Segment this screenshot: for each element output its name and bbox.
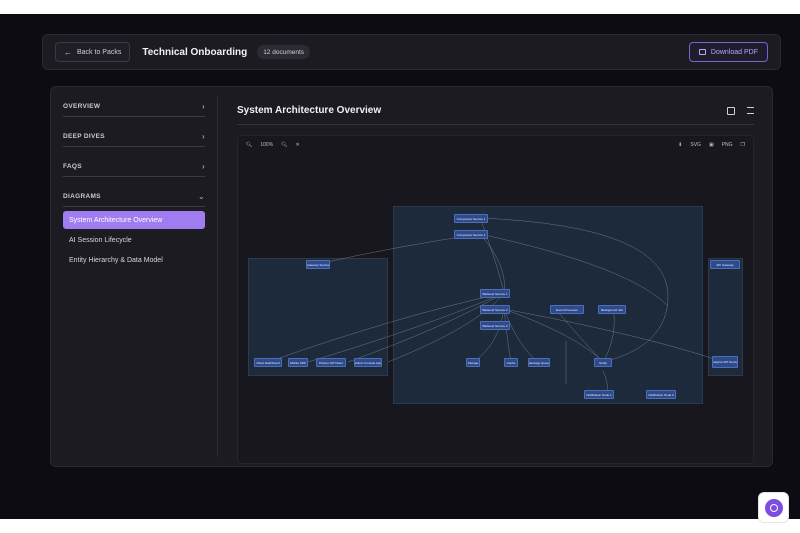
sidebar: OVERVIEW › DEEP DIVES › FAQS › DIAGRAMS …: [63, 97, 205, 271]
diagram-node[interactable]: Message Queue: [528, 358, 550, 367]
pdf-icon: [698, 49, 706, 55]
diagram-node[interactable]: Storage: [466, 358, 480, 367]
diagram-viewer[interactable]: 🔍︎ 100% 🔍︎ ✕ ⬇ SVG ▣ PNG ❐ Component Ser…: [237, 135, 754, 464]
section-diagrams[interactable]: DIAGRAMS ⌄: [63, 187, 205, 207]
assistant-button[interactable]: [758, 492, 789, 523]
document-count-badge: 12 documents: [257, 45, 311, 59]
main-panel: OVERVIEW › DEEP DIVES › FAQS › DIAGRAMS …: [50, 86, 773, 467]
export-icon[interactable]: [727, 106, 735, 115]
section-faqs[interactable]: FAQS ›: [63, 157, 205, 177]
diagram-node[interactable]: Analytics API Service: [712, 356, 738, 368]
section-label: DEEP DIVES: [63, 133, 105, 140]
diagram-node[interactable]: Backend Service 3: [480, 321, 510, 330]
section-label: OVERVIEW: [63, 103, 101, 110]
back-to-packs-button[interactable]: ← Back to Packs: [55, 42, 131, 62]
fullscreen-icon[interactable]: [747, 107, 754, 114]
section-label: DIAGRAMS: [63, 193, 101, 200]
diagram-node[interactable]: Backend Service 1: [480, 289, 510, 298]
zoom-level: 100%: [260, 142, 274, 148]
diagram-node[interactable]: Event Processor: [550, 305, 584, 314]
back-label: Back to Packs: [77, 48, 122, 56]
diagram-node[interactable]: API Gateway: [710, 260, 740, 269]
diagram-node[interactable]: Component Service 2: [454, 230, 488, 239]
diagram-title: System Architecture Overview: [237, 105, 382, 116]
download-label: Download PDF: [710, 48, 758, 56]
arrow-left-icon: ←: [64, 47, 72, 57]
diagram-node[interactable]: Mobile SDK: [288, 358, 308, 367]
chevron-right-icon: ›: [202, 132, 205, 141]
chevron-down-icon: ⌄: [197, 192, 205, 201]
content-area: System Architecture Overview 🔍︎ 100% 🔍︎ …: [237, 97, 754, 464]
zoom-in-icon[interactable]: 🔍︎: [281, 142, 287, 148]
sidebar-item-system-architecture[interactable]: System Architecture Overview: [63, 211, 205, 229]
chevron-right-icon: ›: [202, 102, 205, 111]
page-title: Technical Onboarding: [142, 46, 248, 58]
top-bar: ← Back to Packs Technical Onboarding 12 …: [42, 34, 781, 70]
image-icon[interactable]: ▣: [709, 142, 714, 148]
export-toolbar: ⬇ SVG ▣ PNG ❐: [678, 142, 745, 148]
chevron-right-icon: ›: [202, 162, 205, 171]
diagram-node[interactable]: Client Dashboard: [254, 358, 282, 367]
diagram-node[interactable]: Notify: [594, 358, 612, 367]
diagram-node[interactable]: Partner API Client: [316, 358, 346, 367]
diagram-node[interactable]: Gateway Service: [306, 260, 330, 269]
copy-icon[interactable]: ❐: [741, 142, 745, 148]
diagram-node[interactable]: Component Service 1: [454, 214, 488, 223]
sidebar-item-ai-session-lifecycle[interactable]: AI Session Lifecycle: [63, 231, 205, 249]
sidebar-divider: [217, 97, 218, 457]
diagram-node[interactable]: Admin Console App: [354, 358, 382, 367]
assistant-icon: [764, 498, 783, 517]
diagram-node[interactable]: Notification Node 1: [584, 390, 614, 399]
section-overview[interactable]: OVERVIEW ›: [63, 97, 205, 117]
png-label[interactable]: PNG: [722, 142, 733, 148]
diagram-node[interactable]: Backend Service 2: [480, 305, 510, 314]
section-deep-dives[interactable]: DEEP DIVES ›: [63, 127, 205, 147]
svg-label[interactable]: SVG: [690, 142, 701, 148]
app-window: ← Back to Packs Technical Onboarding 12 …: [0, 14, 800, 523]
diagram-node[interactable]: Cache: [504, 358, 518, 367]
sidebar-item-entity-hierarchy[interactable]: Entity Hierarchy & Data Model: [63, 251, 205, 269]
reset-icon[interactable]: ✕: [296, 142, 300, 148]
download-svg-icon[interactable]: ⬇: [678, 142, 682, 148]
zoom-toolbar: 🔍︎ 100% 🔍︎ ✕: [246, 142, 300, 148]
content-header: System Architecture Overview: [237, 97, 754, 125]
section-label: FAQS: [63, 163, 82, 170]
diagram-node[interactable]: Background Job: [598, 305, 626, 314]
header-actions: [727, 106, 754, 115]
zoom-out-icon[interactable]: 🔍︎: [246, 142, 252, 148]
diagram-node[interactable]: Notification Node 2: [646, 390, 676, 399]
assistant-icon-ring: [769, 503, 778, 512]
architecture-diagram: Component Service 1 Component Service 2 …: [248, 206, 743, 406]
download-pdf-button[interactable]: Download PDF: [688, 42, 768, 62]
